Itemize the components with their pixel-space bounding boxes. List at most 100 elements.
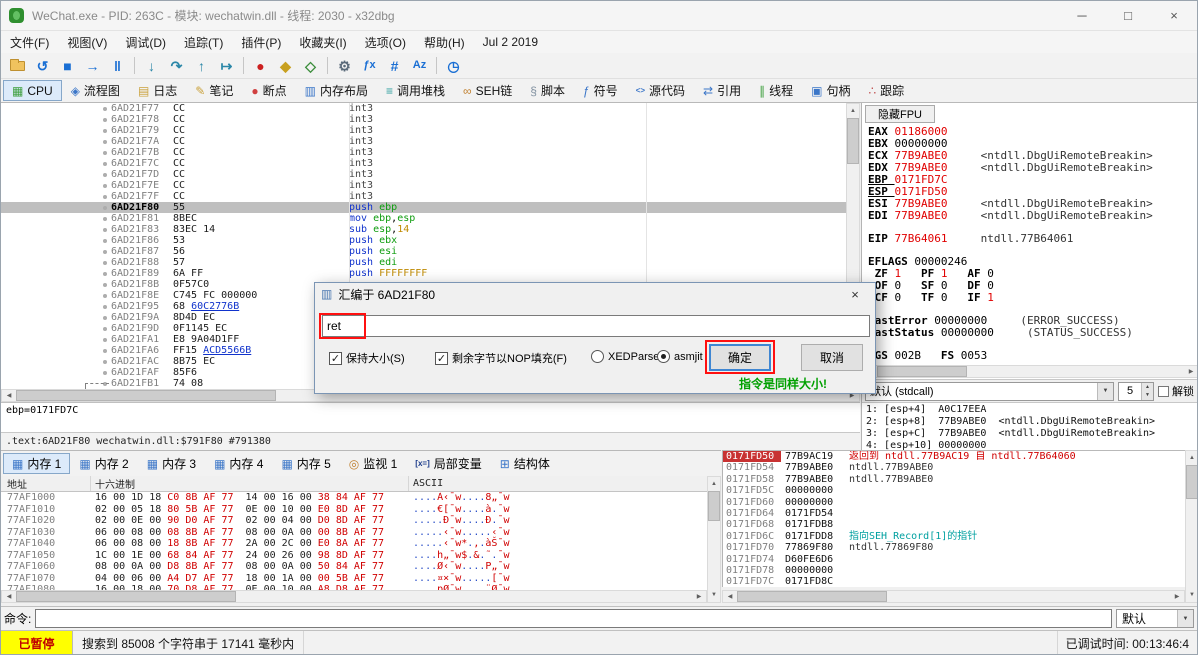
menu-item-0[interactable]: 文件(F) bbox=[1, 31, 58, 54]
close-button[interactable]: × bbox=[1151, 1, 1197, 30]
scrollbar-thumb[interactable] bbox=[16, 390, 276, 401]
disasm-row[interactable]: 6AD21F7BCCint3 bbox=[1, 147, 846, 158]
stack-row[interactable]: 0171FD6000000000 bbox=[723, 497, 1185, 508]
disasm-row[interactable]: 6AD21F77CCint3 bbox=[1, 103, 846, 114]
assemble-instruction-input[interactable] bbox=[322, 315, 870, 337]
dump-row[interactable]: 77AF106008 00 0A 00 D8 8B AF 77 08 00 0A… bbox=[1, 561, 707, 573]
disasm-row[interactable]: 6AD21F79CCint3 bbox=[1, 125, 846, 136]
tab-breakpoints[interactable]: ●断点 bbox=[242, 80, 295, 101]
dump-row[interactable]: 77AF103006 00 08 00 08 8B AF 77 08 00 0A… bbox=[1, 527, 707, 539]
disasm-row[interactable]: 6AD21F8055push ebp bbox=[1, 202, 846, 213]
font-az-button[interactable]: Az bbox=[407, 54, 432, 77]
argument-row[interactable]: 4: [esp+10] 00000000 bbox=[862, 440, 1198, 450]
memory-dump-view[interactable]: 77AF100016 00 1D 18 C0 8B AF 77 14 00 16… bbox=[1, 492, 707, 590]
argument-row[interactable]: 1: [esp+4] A0C17EEA bbox=[862, 404, 1198, 416]
register-row[interactable]: EIP 77B64061 ntdll.77B64061 bbox=[862, 233, 1198, 245]
minimize-button[interactable]: ─ bbox=[1059, 1, 1105, 30]
scroll-up-button[interactable]: ▲ bbox=[1186, 451, 1198, 465]
disasm-row[interactable]: 6AD21F8756push esi bbox=[1, 246, 846, 257]
stack-hscrollbar[interactable]: ◀▶ bbox=[722, 590, 1185, 603]
dialog-close-button[interactable]: × bbox=[841, 283, 869, 305]
bottom-tab-dump5[interactable]: ▦内存 5 bbox=[272, 453, 339, 474]
stack-row[interactable]: 0171FD5C00000000 bbox=[723, 485, 1185, 496]
menu-item-8[interactable]: Jul 2 2019 bbox=[474, 32, 547, 52]
disasm-row[interactable]: 6AD21F7ACCint3 bbox=[1, 136, 846, 147]
tab-callstack[interactable]: ≡调用堆栈 bbox=[377, 80, 454, 101]
scroll-left-button[interactable]: ◀ bbox=[2, 390, 16, 401]
stack-row[interactable]: 0171FD7800000000 bbox=[723, 565, 1185, 576]
scroll-up-button[interactable]: ▲ bbox=[708, 477, 720, 491]
bottom-tab-dump2[interactable]: ▦内存 2 bbox=[70, 453, 137, 474]
dump-vscrollbar[interactable]: ▲▼ bbox=[707, 476, 721, 603]
registers-hscrollbar[interactable]: ◀▶ bbox=[862, 365, 1198, 378]
stack-row[interactable]: 0171FD680171FDB8 bbox=[723, 519, 1185, 530]
trace-into-button[interactable]: ◆ bbox=[273, 54, 298, 77]
disasm-row[interactable]: 6AD21F7ECCint3 bbox=[1, 180, 846, 191]
unlock-checkbox[interactable]: 解锁 bbox=[1158, 383, 1196, 399]
stack-row[interactable]: 0171FD5877B9ABE0ntdll.77B9ABE0 bbox=[723, 474, 1185, 485]
assemble-option-checkbox-1[interactable]: ✓剩余字节以NOP填充(F) bbox=[435, 350, 567, 366]
bottom-tab-struct[interactable]: ⊞结构体 bbox=[491, 453, 559, 474]
ok-button[interactable]: 确定 bbox=[709, 344, 771, 371]
step-over-button[interactable]: ↷ bbox=[164, 54, 189, 77]
fx-button[interactable]: ƒx bbox=[357, 54, 382, 77]
scrollbar-thumb[interactable] bbox=[708, 491, 720, 521]
disasm-row[interactable]: 6AD21F896A FFpush FFFFFFFF bbox=[1, 268, 846, 279]
bottom-tab-dump4[interactable]: ▦内存 4 bbox=[205, 453, 272, 474]
scroll-right-button[interactable]: ▶ bbox=[692, 591, 706, 602]
command-profile-select[interactable]: 默认 ▼ bbox=[1116, 609, 1194, 628]
tab-references[interactable]: ⇄引用 bbox=[694, 80, 750, 101]
maximize-button[interactable]: □ bbox=[1105, 1, 1151, 30]
scroll-up-button[interactable]: ▲ bbox=[847, 104, 859, 118]
scroll-right-button[interactable]: ▶ bbox=[1170, 591, 1184, 602]
dump-row[interactable]: 77AF107004 00 06 00 A4 D7 AF 77 18 00 1A… bbox=[1, 573, 707, 585]
bottom-tab-locals[interactable]: [x=]局部变量 bbox=[406, 453, 490, 474]
menu-item-2[interactable]: 调试(D) bbox=[116, 31, 175, 54]
tab-cpu[interactable]: ▦CPU bbox=[3, 80, 62, 101]
disasm-row[interactable]: 6AD21F8383EC 14sub esp,14 bbox=[1, 224, 846, 235]
scroll-left-button[interactable]: ◀ bbox=[723, 591, 737, 602]
menu-item-3[interactable]: 追踪(T) bbox=[175, 31, 232, 54]
disasm-row[interactable]: 6AD21F8857push edi bbox=[1, 257, 846, 268]
settings-button[interactable]: ⚙ bbox=[332, 54, 357, 77]
tab-source[interactable]: <>源代码 bbox=[627, 80, 694, 101]
run-button[interactable]: → bbox=[80, 54, 105, 77]
breakpoints-button[interactable]: ● bbox=[248, 54, 273, 77]
assemble-option-checkbox-0[interactable]: ✓保持大小(S) bbox=[329, 350, 405, 366]
argument-row[interactable]: 3: [esp+C] 77B9ABE0 <ntdll.DbgUiRemoteBr… bbox=[862, 428, 1198, 440]
stack-row[interactable]: 0171FD6C0171FDD8指向SEH_Record[1]的指针 bbox=[723, 531, 1185, 542]
tab-handles[interactable]: ▣句柄 bbox=[802, 80, 859, 101]
dump-row[interactable]: 77AF104006 00 08 00 18 8B AF 77 2A 00 2C… bbox=[1, 538, 707, 550]
stop-debug-button[interactable]: ■ bbox=[55, 54, 80, 77]
scrollbar-thumb[interactable] bbox=[847, 118, 859, 164]
disasm-row[interactable]: 6AD21F818BECmov ebp,esp bbox=[1, 213, 846, 224]
tab-graph[interactable]: ◈流程图 bbox=[62, 80, 129, 101]
bottom-tab-watch1[interactable]: ◎监视 1 bbox=[340, 453, 407, 474]
tab-seh[interactable]: ∞SEH链 bbox=[454, 80, 521, 101]
command-input[interactable] bbox=[35, 609, 1112, 628]
dump-hscrollbar[interactable]: ◀▶ bbox=[1, 590, 707, 603]
scrollbar-thumb[interactable] bbox=[16, 591, 236, 602]
dump-row[interactable]: 77AF10501C 00 1E 00 68 84 AF 77 24 00 26… bbox=[1, 550, 707, 562]
flags-row[interactable]: CF 0 TF 0 IF 1 bbox=[862, 292, 1198, 304]
hash-button[interactable]: # bbox=[382, 54, 407, 77]
stack-row[interactable]: 0171FD74D60FE6D6 bbox=[723, 554, 1185, 565]
tab-symbols[interactable]: ƒ符号 bbox=[574, 80, 627, 101]
disasm-row[interactable]: 6AD21F7DCCint3 bbox=[1, 169, 846, 180]
dump-row[interactable]: 77AF101002 00 05 18 80 5B AF 77 0E 00 10… bbox=[1, 504, 707, 516]
step-into-button[interactable]: ↓ bbox=[139, 54, 164, 77]
stack-row[interactable]: 0171FD5477B9ABE0ntdll.77B9ABE0 bbox=[723, 462, 1185, 473]
argument-row[interactable]: 2: [esp+8] 77B9ABE0 <ntdll.DbgUiRemoteBr… bbox=[862, 416, 1198, 428]
argument-count-stepper[interactable]: 5 ▲▼ bbox=[1118, 382, 1154, 401]
hide-fpu-button[interactable]: 隐藏FPU bbox=[865, 105, 935, 123]
bottom-tab-dump1[interactable]: ▦内存 1 bbox=[3, 453, 70, 474]
scrollbar-thumb[interactable] bbox=[1186, 465, 1198, 499]
menu-item-6[interactable]: 选项(O) bbox=[356, 31, 415, 54]
menu-item-4[interactable]: 插件(P) bbox=[232, 31, 290, 54]
tab-notes[interactable]: ✎笔记 bbox=[186, 80, 242, 101]
stack-vscrollbar[interactable]: ▲▼ bbox=[1185, 450, 1198, 603]
stack-row[interactable]: 0171FD640171FD54 bbox=[723, 508, 1185, 519]
restart-button[interactable]: ↺ bbox=[30, 54, 55, 77]
stack-view[interactable]: 0171FD5077B9AC19返回到 ntdll.77B9AC19 自 ntd… bbox=[722, 450, 1185, 587]
flags-row[interactable]: GS 002B FS 0053 bbox=[862, 350, 1198, 362]
